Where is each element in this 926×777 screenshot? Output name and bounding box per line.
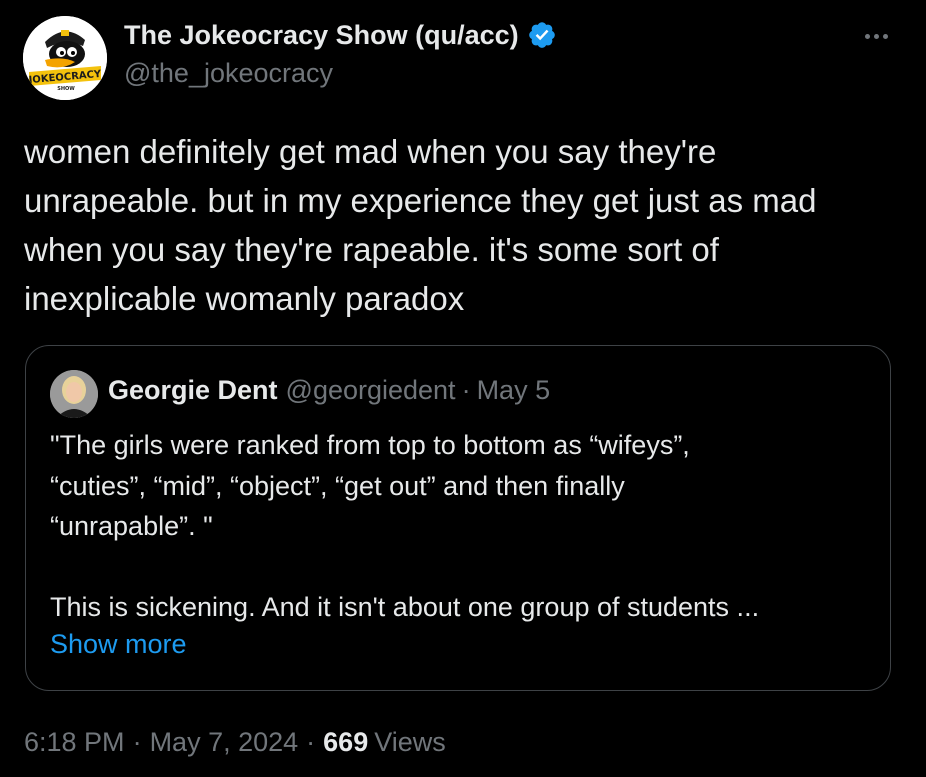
quote-author-avatar[interactable] <box>50 370 98 418</box>
views-count[interactable]: 669 <box>323 727 368 758</box>
jokeocracy-logo: JOKEOCRACY SHOW <box>23 16 107 100</box>
more-horizontal-icon <box>864 33 870 39</box>
tweet-meta: 6:18 PM · May 7, 2024 · 669 Views <box>24 727 446 758</box>
author-name-row: The Jokeocracy Show (qu/acc) <box>124 18 557 52</box>
tweet: JOKEOCRACY SHOW The Jokeocracy Show (qu/… <box>0 0 926 777</box>
meta-separator: · <box>132 727 142 757</box>
show-more-link[interactable]: Show more <box>50 629 187 660</box>
more-options-button[interactable] <box>858 22 894 50</box>
tweet-date[interactable]: May 7, 2024 <box>150 727 299 758</box>
quote-author-name[interactable]: Georgie Dent <box>108 375 278 406</box>
verified-badge-icon[interactable] <box>527 20 557 50</box>
quote-text: "The girls were ranked from top to botto… <box>50 430 760 622</box>
tweet-time[interactable]: 6:18 PM <box>24 727 125 758</box>
portrait-photo-icon <box>50 370 98 418</box>
author-handle[interactable]: @the_jokeocracy <box>124 58 333 89</box>
tweet-text: women definitely get mad when you say th… <box>24 133 817 317</box>
meta-separator-2: · <box>306 727 316 757</box>
quote-separator: · <box>461 375 471 405</box>
author-name[interactable]: The Jokeocracy Show (qu/acc) <box>124 20 519 51</box>
quote-author-handle[interactable]: @georgiedent <box>286 375 456 406</box>
quote-header: Georgie Dent @georgiedent · May 5 <box>108 375 550 406</box>
views-label: Views <box>374 727 446 757</box>
quote-date[interactable]: May 5 <box>477 375 551 406</box>
author-avatar[interactable]: JOKEOCRACY SHOW <box>23 16 107 100</box>
quoted-tweet-card[interactable]: Georgie Dent @georgiedent · May 5 "The g… <box>25 345 891 691</box>
avatar-logo-small-text: SHOW <box>57 86 75 92</box>
